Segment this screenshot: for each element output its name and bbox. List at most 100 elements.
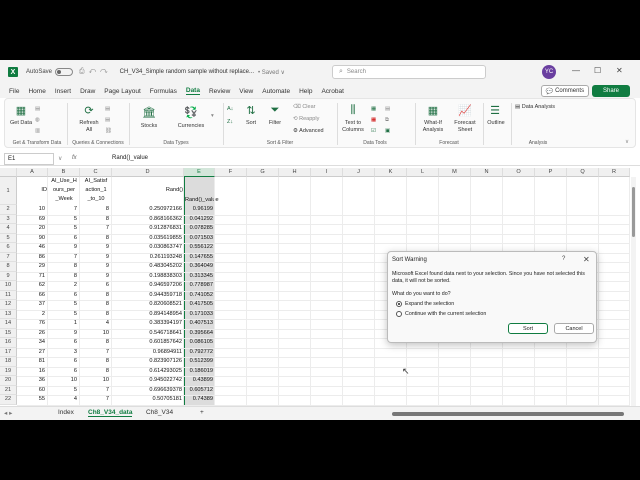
cell-rand[interactable]: 0.546718641 (112, 329, 183, 339)
advanced-button[interactable]: ⚙ Advanced (293, 128, 324, 134)
queries-icon[interactable]: ▤ (105, 106, 110, 112)
cell-id[interactable]: 34 (17, 338, 46, 348)
column-header[interactable]: B (48, 168, 80, 177)
cell-header-rand[interactable]: Rand() (112, 186, 184, 196)
cell-rand-value[interactable]: 0.313345 (184, 272, 214, 282)
cell-rand-value[interactable]: 0.071503 (184, 234, 214, 244)
reapply-button[interactable]: ⟲ Reapply (293, 116, 319, 122)
cell-id[interactable]: 86 (17, 253, 46, 263)
row-header[interactable]: 14 (0, 319, 17, 329)
cell-rand-value[interactable]: 0.186019 (184, 367, 214, 377)
cell-rand[interactable]: 0.50705181 (112, 395, 183, 405)
cell-ai-satisfaction[interactable]: 8 (80, 215, 110, 225)
sheet-tab-index[interactable]: Index (58, 409, 74, 416)
data-validation-icon[interactable]: ☑ (371, 128, 376, 134)
cell-rand-value[interactable]: 0.417505 (184, 300, 214, 310)
cell-ai-use-hours[interactable]: 9 (48, 243, 78, 253)
cell-rand-value[interactable]: 0.147655 (184, 253, 214, 263)
cell-ai-satisfaction[interactable]: 7 (80, 224, 110, 234)
row-header[interactable]: 20 (0, 376, 17, 386)
cell-header-id[interactable]: ID (17, 186, 48, 196)
from-web-icon[interactable]: ◍ (35, 117, 40, 123)
row-header[interactable]: 15 (0, 328, 17, 338)
tab-automate[interactable]: Automate (262, 88, 290, 95)
formula-input[interactable]: Rand()_value (112, 155, 148, 161)
cell-ai-satisfaction[interactable]: 10 (80, 376, 110, 386)
cell-ai-use-hours[interactable]: 6 (48, 367, 78, 377)
cell-ai-use-hours[interactable]: 3 (48, 348, 78, 358)
column-header[interactable]: R (599, 168, 630, 177)
manage-data-model-icon[interactable]: ▣ (385, 128, 390, 134)
sort-icon[interactable]: ⇅ (243, 103, 259, 117)
cell-ai-satisfaction[interactable]: 8 (80, 367, 110, 377)
column-header[interactable]: P (535, 168, 567, 177)
cell-ai-use-hours[interactable]: 6 (48, 357, 78, 367)
column-header[interactable]: Q (567, 168, 599, 177)
data-types-expand-icon[interactable]: ▾ (211, 113, 214, 119)
avatar[interactable]: YC (542, 65, 556, 79)
text-to-columns-icon[interactable]: ⫼ (345, 103, 361, 117)
radio-continue-dot[interactable] (396, 311, 402, 317)
cell-id[interactable]: 10 (17, 205, 46, 215)
cell-ai-satisfaction[interactable]: 9 (80, 272, 110, 282)
forecast-sheet-icon[interactable]: 📈 (457, 103, 473, 117)
remove-duplicates-icon[interactable]: ▦ (371, 117, 376, 123)
cell-rand[interactable]: 0.945022742 (112, 376, 183, 386)
what-if-analysis-button[interactable]: What-If Analysis (417, 120, 449, 133)
help-icon[interactable]: ? (562, 256, 565, 262)
column-header[interactable]: H (279, 168, 311, 177)
cell-id[interactable]: 76 (17, 319, 46, 329)
cell-rand[interactable]: 0.483045202 (112, 262, 183, 272)
column-header[interactable]: O (503, 168, 535, 177)
sheet-tab-ch8-v34-data[interactable]: Ch8_V34_data (88, 409, 133, 417)
row-header[interactable]: 16 (0, 338, 17, 348)
cell-rand[interactable]: 0.030863747 (112, 243, 183, 253)
cell-rand-value[interactable]: 0.556122 (184, 243, 214, 253)
currencies-icon[interactable]: 💱 (183, 105, 199, 119)
get-data-icon[interactable]: ▦ (13, 103, 29, 117)
cell-ai-use-hours[interactable]: 5 (48, 224, 78, 234)
cell-ai-satisfaction[interactable]: 8 (80, 291, 110, 301)
cell-rand[interactable]: 0.383394197 (112, 319, 183, 329)
add-sheet-button[interactable]: + (200, 409, 204, 416)
cell-id[interactable]: 2 (17, 310, 46, 320)
cell-rand[interactable]: 0.944359718 (112, 291, 183, 301)
cell-rand[interactable]: 0.868166362 (112, 215, 183, 225)
currencies-button[interactable]: Currencies (171, 123, 211, 130)
cell-ai-use-hours[interactable]: 5 (48, 310, 78, 320)
cell-id[interactable]: 66 (17, 291, 46, 301)
close-icon[interactable]: ✕ (616, 66, 623, 75)
cell-id[interactable]: 62 (17, 281, 46, 291)
get-data-button[interactable]: Get Data (10, 120, 32, 127)
cell-id[interactable]: 27 (17, 348, 46, 358)
what-if-icon[interactable]: ▦ (425, 103, 441, 117)
cell-ai-satisfaction[interactable]: 8 (80, 234, 110, 244)
row-header[interactable]: 2 (0, 205, 17, 215)
cell-rand-value[interactable]: 0.086105 (184, 338, 214, 348)
cell-rand-value[interactable]: 0.778987 (184, 281, 214, 291)
tab-acrobat[interactable]: Acrobat (321, 88, 343, 95)
cell-rand[interactable]: 0.912876831 (112, 224, 183, 234)
stocks-button[interactable]: Stocks (135, 123, 163, 130)
flash-fill-icon[interactable]: ▦ (371, 106, 376, 112)
column-header[interactable]: E (184, 168, 215, 177)
cell-rand-value[interactable]: 0.96199 (184, 205, 214, 215)
column-header[interactable]: J (343, 168, 375, 177)
cell-id[interactable]: 29 (17, 262, 46, 272)
sort-az-icon[interactable]: A↓ (227, 106, 233, 112)
refresh-all-button[interactable]: Refresh All (77, 120, 101, 133)
column-header[interactable]: G (247, 168, 279, 177)
cell-ai-use-hours[interactable]: 7 (48, 205, 78, 215)
outline-icon[interactable]: ☰ (487, 103, 503, 117)
cell-ai-use-hours[interactable]: 8 (48, 272, 78, 282)
maximize-icon[interactable]: ☐ (594, 66, 601, 75)
cell-rand-value[interactable]: 0.041292 (184, 215, 214, 225)
cell-ai-satisfaction[interactable]: 7 (80, 386, 110, 396)
row-header[interactable]: 1 (0, 177, 17, 205)
tab-view[interactable]: View (239, 88, 253, 95)
data-analysis-button[interactable]: ▤ Data Analysis (515, 104, 555, 110)
cell-ai-use-hours[interactable]: 4 (48, 395, 78, 405)
row-header[interactable]: 13 (0, 309, 17, 319)
cell-id[interactable]: 20 (17, 224, 46, 234)
cell-rand[interactable]: 0.96894911 (112, 348, 183, 358)
